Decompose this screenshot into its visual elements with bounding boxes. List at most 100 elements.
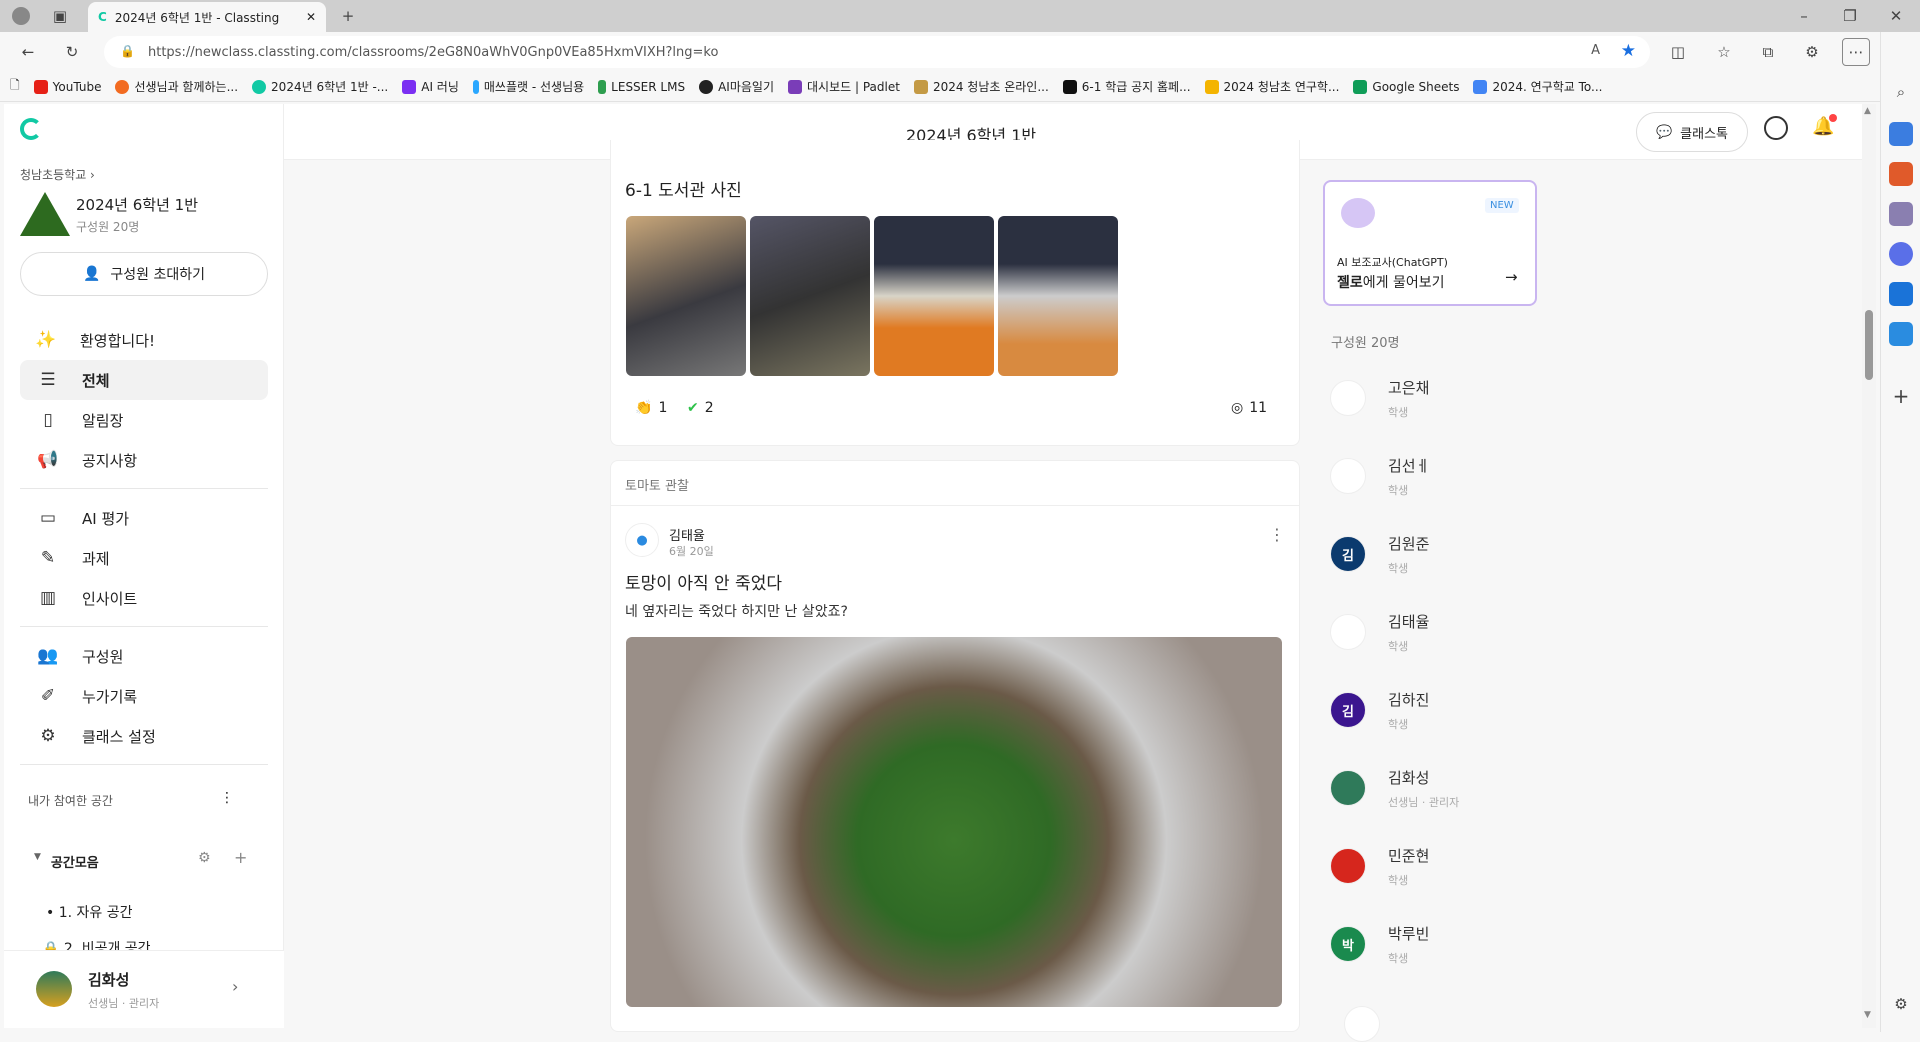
invite-members-button[interactable]: 👤 구성원 초대하기 — [20, 252, 268, 296]
restore-icon[interactable]: ❐ — [1836, 2, 1864, 30]
tab-actions-icon[interactable]: ▣ — [46, 2, 74, 30]
split-screen-icon[interactable]: ◫ — [1664, 38, 1692, 66]
bookmark[interactable]: 2024 청남초 연구학... — [1204, 78, 1339, 95]
post-photo[interactable] — [998, 216, 1118, 376]
user-profile[interactable]: 김화성 선생님 · 관리자 › — [4, 950, 284, 1028]
bookmark[interactable]: AI마음일기 — [699, 78, 774, 95]
bookmark[interactable]: 6-1 학급 공지 홈페... — [1062, 78, 1191, 95]
joined-spaces-more-icon[interactable]: ⋮ — [220, 790, 234, 806]
minimize-icon[interactable]: – — [1790, 2, 1818, 30]
member-item[interactable]: 김 김원준 학생 — [1330, 524, 1630, 584]
classtalk-button[interactable]: 💬 클래스톡 — [1636, 112, 1748, 152]
toolbox-icon[interactable] — [1889, 162, 1913, 186]
school-link[interactable]: 청남초등학교 › — [20, 166, 95, 183]
bookmark[interactable]: Google Sheets — [1353, 79, 1459, 94]
add-icon[interactable]: + — [1887, 382, 1915, 410]
post-photo[interactable] — [874, 216, 994, 376]
school-icon — [913, 79, 928, 94]
gear-icon: ⚙ — [40, 726, 56, 746]
welcome-item[interactable]: ✨ 환영합니다! — [20, 320, 268, 360]
post-more-icon[interactable]: ⋮ — [1269, 525, 1285, 544]
send-icon[interactable] — [1889, 322, 1913, 346]
member-item[interactable]: 민준현 학생 — [1330, 836, 1630, 896]
settings-icon[interactable]: ⚙ — [1887, 990, 1915, 1018]
member-info: 김선ㅔ 학생 — [1388, 455, 1429, 498]
profile-icon[interactable] — [12, 7, 30, 25]
add-space-icon[interactable]: + — [234, 848, 247, 867]
search-icon[interactable] — [1764, 116, 1788, 140]
post-image[interactable] — [626, 637, 1282, 1007]
post-title: 6-1 도서관 사진 — [625, 181, 742, 201]
post-photo[interactable] — [626, 216, 746, 376]
favorites-icon[interactable]: ☆ — [1710, 38, 1738, 66]
bookmark[interactable]: 2024 청남초 온라인... — [913, 78, 1049, 95]
sidebar-item-notice-board[interactable]: ▯ 알림장 — [20, 400, 268, 440]
space-item[interactable]: 🔒 2. 비공개 공간 — [42, 938, 151, 950]
space-group-settings-icon[interactable]: ⚙ — [198, 850, 211, 866]
shopping-tag-icon[interactable] — [1889, 122, 1913, 146]
games-icon[interactable] — [1889, 202, 1913, 226]
member-item[interactable]: 김태율 학생 — [1330, 602, 1630, 662]
sidebar-item-all[interactable]: ☰ 전체 — [20, 360, 268, 400]
bell-icon[interactable]: 🔔 — [1812, 114, 1838, 137]
member-item[interactable]: 김선ㅔ 학생 — [1330, 446, 1630, 506]
sidebar-item-ai-eval[interactable]: ▭ AI 평가 — [20, 498, 268, 538]
google-drive-icon — [1204, 79, 1219, 94]
bookmarks-bar: 🗋 YouTube 선생님과 함께하는... 2024년 6학년 1반 -...… — [0, 72, 1880, 102]
new-tab-icon[interactable]: + — [334, 2, 362, 30]
notebook-icon: ▯ — [43, 410, 53, 430]
back-icon[interactable]: ← — [14, 38, 42, 66]
member-role: 학생 — [1388, 405, 1409, 419]
read-aloud-icon[interactable]: A — [1591, 43, 1600, 58]
refresh-icon[interactable]: ↻ — [58, 38, 86, 66]
author-name: 김태율 — [669, 529, 705, 544]
check-reaction[interactable]: ✔ 2 — [687, 400, 714, 416]
favorite-star-icon[interactable]: ★ — [1621, 41, 1636, 61]
space-group-toggle[interactable]: ▼ 공간모음 — [34, 852, 99, 871]
post-category[interactable]: 토마토 관찰 — [625, 475, 689, 494]
member-item[interactable]: 박 박루빈 학생 — [1330, 914, 1630, 974]
sidebar-item-members[interactable]: 👥 구성원 — [20, 636, 268, 676]
microsoft365-icon[interactable] — [1889, 242, 1913, 266]
url-input[interactable]: 🔒 https://newclass.classting.com/classro… — [104, 36, 1650, 68]
search-icon[interactable]: ⌕ — [1887, 78, 1915, 106]
bookmark[interactable]: 선생님과 함께하는... — [115, 78, 238, 95]
youtube-icon — [33, 79, 48, 94]
bookmark[interactable]: LESSER LMS — [598, 79, 685, 94]
outlook-icon[interactable] — [1889, 282, 1913, 306]
bookmark[interactable]: YouTube — [33, 79, 101, 94]
sidebar-item-announcements[interactable]: 📢 공지사항 — [20, 440, 268, 480]
scroll-up-icon[interactable]: ▲ — [1864, 106, 1871, 116]
post-photo[interactable] — [750, 216, 870, 376]
member-role: 학생 — [1388, 483, 1409, 497]
member-item[interactable]: 김 김하진 학생 — [1330, 680, 1630, 740]
clap-reaction[interactable]: 👏 1 — [635, 400, 667, 416]
sidebar-item-assignments[interactable]: ✎ 과제 — [20, 538, 268, 578]
collections-icon[interactable]: ⧉ — [1754, 38, 1782, 66]
bookmark[interactable]: 2024년 6학년 1반 -... — [252, 78, 388, 95]
space-item[interactable]: • 1. 자유 공간 — [46, 902, 133, 922]
member-name: 김화성 — [1388, 768, 1430, 787]
member-info: 민준현 학생 — [1388, 845, 1429, 888]
classting-logo[interactable] — [20, 118, 42, 140]
page-scrollbar[interactable]: ▲ ▼ — [1862, 104, 1876, 1028]
member-item[interactable]: 김화성 선생님 · 관리자 — [1330, 758, 1630, 818]
sidebar-item-insights[interactable]: ▥ 인사이트 — [20, 578, 268, 618]
bookmark[interactable]: AI 러닝 — [402, 78, 459, 95]
sidebar-item-class-settings[interactable]: ⚙ 클래스 설정 — [20, 716, 268, 756]
bookmark[interactable]: 대시보드 | Padlet — [788, 78, 900, 95]
close-tab-icon[interactable]: ✕ — [306, 10, 316, 24]
bookmark[interactable]: 2024. 연구학교 To... — [1473, 78, 1602, 95]
bookmark[interactable]: 매쓰플랫 - 선생님용 — [472, 78, 584, 95]
ai-assistant-card[interactable]: NEW AI 보조교사(ChatGPT) 젤로에게 물어보기 → — [1323, 180, 1537, 306]
scrollbar-thumb[interactable] — [1865, 310, 1873, 380]
extensions-icon[interactable]: ⚙ — [1798, 38, 1826, 66]
divider — [20, 764, 268, 765]
member-item[interactable]: 고은채 학생 — [1330, 368, 1630, 428]
sidebar-item-records[interactable]: ✐ 누가기록 — [20, 676, 268, 716]
close-window-icon[interactable]: ✕ — [1882, 2, 1910, 30]
more-menu-icon[interactable]: ⋯ — [1842, 38, 1870, 66]
browser-tab[interactable]: C 2024년 6학년 1반 - Classting ✕ — [88, 2, 326, 32]
scroll-down-icon[interactable]: ▼ — [1864, 1010, 1871, 1020]
member-name: 김태율 — [1388, 612, 1430, 631]
